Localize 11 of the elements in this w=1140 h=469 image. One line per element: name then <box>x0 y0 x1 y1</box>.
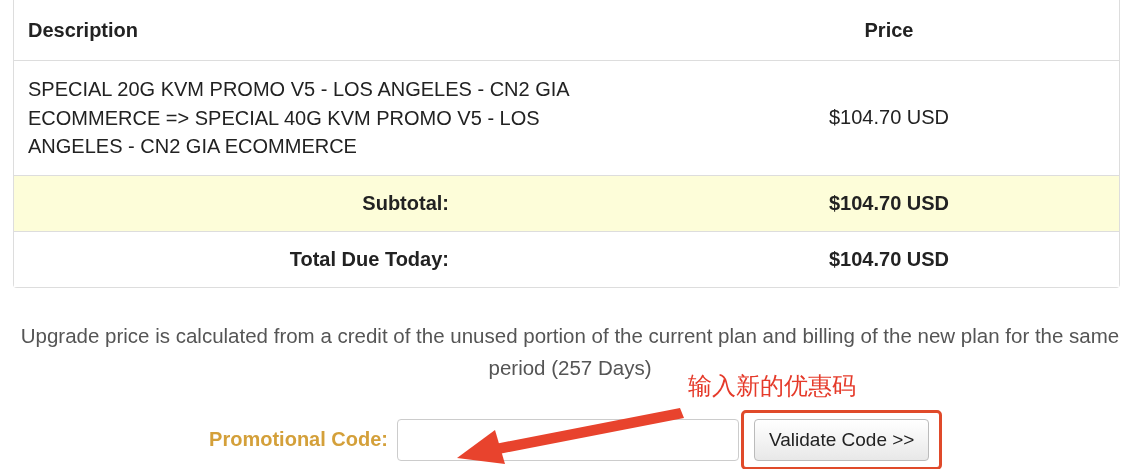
column-header: Price <box>863 17 915 43</box>
table-cell-text: SPECIAL 20G KVM PROMO V5 - LOS ANGELES - CN2 GIA ECOMMERCE => SPECIAL 40G KVM PROMO V5 - LOS ANGELES - CN2 GIA ECOMMERCE <box>27 77 571 159</box>
table-cell-text: $104.70 USD <box>827 105 951 131</box>
promo-label: Promotional Code: <box>208 428 388 451</box>
total-value: $104.70 USD <box>827 190 951 216</box>
total-label: Subtotal: <box>361 190 450 216</box>
column-header: Description <box>27 17 140 43</box>
arrow-icon <box>457 407 684 464</box>
validate-button[interactable]: Validate Code >> <box>754 418 930 461</box>
total-label: Total Due Today: <box>288 246 450 272</box>
total-value: $104.70 USD <box>827 246 951 272</box>
